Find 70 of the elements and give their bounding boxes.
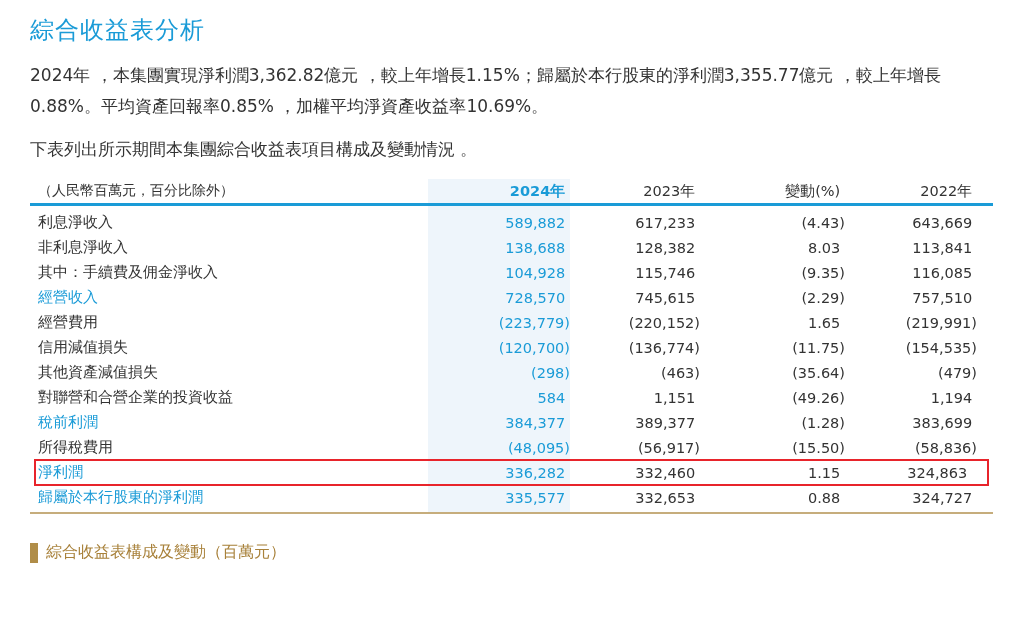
row-label: 對聯營和合營企業的投資收益	[37, 388, 234, 407]
table-cell-text: 589,882	[504, 214, 567, 231]
table-cell-text: 584	[536, 389, 567, 406]
table-cell-text: (4.43)	[800, 214, 845, 231]
table-cell-text: 332,460	[634, 464, 697, 481]
table-cell-text: 643,669	[911, 214, 974, 231]
section-title: 綜合收益表分析	[30, 15, 206, 46]
table-cell-text: 128,382	[634, 239, 697, 256]
row-label: 經營費用	[37, 313, 99, 332]
table-cell-text: (136,774)	[627, 339, 700, 356]
table-cell-text: (48,095)	[506, 439, 570, 456]
table-cell-text: 335,577	[504, 489, 567, 506]
table-cell-text: 115,746	[634, 264, 697, 281]
table-cell-text: 617,233	[634, 214, 697, 231]
table-cell-text: 104,928	[504, 264, 567, 281]
chart-caption: 綜合收益表構成及變動（百萬元）	[46, 542, 286, 563]
table-cell-text: (479)	[937, 364, 977, 381]
table-cell-text: 336,282	[504, 464, 567, 481]
row-label: 其中：手續費及佣金淨收入	[37, 263, 219, 282]
table-cell-text: (154,535)	[904, 339, 977, 356]
table-cell-text: 0.88	[806, 489, 842, 506]
table-cell-text: (223,779)	[497, 314, 570, 331]
table-cell-text: (463)	[660, 364, 700, 381]
row-label: 淨利潤	[37, 463, 84, 482]
table-cell-text: (11.75)	[791, 339, 845, 356]
table-cell-text: 389,377	[634, 414, 697, 431]
table-cell-text: 1,151	[652, 389, 697, 406]
table-cell-text: 757,510	[911, 289, 974, 306]
table-cell-text: 1.65	[806, 314, 842, 331]
row-label: 歸屬於本行股東的淨利潤	[37, 488, 204, 507]
table-cell-text: (35.64)	[791, 364, 845, 381]
column-header: 變動(%)	[784, 181, 842, 201]
table-cell-text: (120,700)	[497, 339, 570, 356]
column-header: 2023年	[642, 181, 697, 201]
table-cell-text: 116,085	[911, 264, 974, 281]
table-cell-text: 728,570	[504, 289, 567, 306]
column-header: 2024年	[508, 181, 567, 201]
table-cell-text: 1.15	[806, 464, 842, 481]
row-label: 經營收入	[37, 288, 99, 307]
table-cell-text: 745,615	[634, 289, 697, 306]
row-label: 非利息淨收入	[37, 238, 129, 257]
table-cell-text: 383,699	[911, 414, 974, 431]
table-cell-text: 1,194	[929, 389, 974, 406]
table-cell-text: 332,653	[634, 489, 697, 506]
row-label: 稅前利潤	[37, 413, 99, 432]
table-cell-text: (298)	[530, 364, 570, 381]
table-cell-text: (49.26)	[791, 389, 845, 406]
table-cell-text: 113,841	[911, 239, 974, 256]
row-label: 其他資產減值損失	[37, 363, 159, 382]
column-header: 2022年	[919, 181, 974, 201]
row-label: 信用減值損失	[37, 338, 129, 357]
table-cell-text: (15.50)	[791, 439, 845, 456]
row-label: 所得稅費用	[37, 438, 114, 457]
table-cell-text: (220,152)	[627, 314, 700, 331]
table-cell-text: 324,863	[906, 464, 969, 481]
table-cell-text: (9.35)	[800, 264, 845, 281]
table-cell-text: (58,836)	[913, 439, 977, 456]
row-label: 利息淨收入	[37, 213, 114, 232]
column-header: （人民幣百萬元，百分比除外）	[37, 182, 235, 200]
table-cell-text: (219,991)	[904, 314, 977, 331]
table-cell-text: 384,377	[504, 414, 567, 431]
paragraph: 下表列出所示期間本集團綜合收益表項目構成及變動情況 。	[30, 138, 479, 161]
table-cell-text: (1.28)	[800, 414, 845, 431]
table-cell-text: 324,727	[911, 489, 974, 506]
table-cell-text: 138,688	[504, 239, 567, 256]
table-cell-text: (56,917)	[636, 439, 700, 456]
table-cell-text: (2.29)	[800, 289, 845, 306]
table-cell-text: 8.03	[806, 239, 842, 256]
caption-marker	[30, 542, 38, 563]
paragraph: 2024年 ，本集團實現淨利潤3,362.82億元 ，較上年增長1.15%；歸屬於本行股東的淨利潤3,355.77億元 ，較上年增長0.88%。平均資產回報率0.85% ，加權平均淨資產收益率10.69%。	[30, 64, 942, 118]
